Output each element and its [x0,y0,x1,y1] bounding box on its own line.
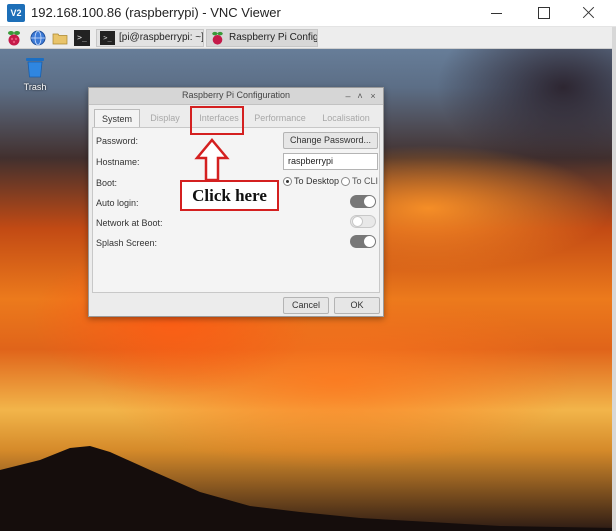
network-at-boot-label: Network at Boot: [96,218,163,228]
dialog-title: Raspberry Pi Configuration [181,90,291,100]
window-title: 192.168.100.86 (raspberrypi) - VNC Viewe… [31,5,281,20]
tab-localisation[interactable]: Localisation [316,109,376,127]
radio-selected-icon [283,177,292,186]
hostname-input[interactable]: raspberrypi [283,153,378,170]
raspberry-icon [212,31,223,45]
dialog-close-icon[interactable]: × [368,90,378,102]
dialog-title-bar[interactable]: Raspberry Pi Configuration ‒ ˄ × [89,88,383,105]
vnc-logo-icon: V2 [7,4,25,22]
taskbar-task-rpi-config[interactable]: Raspberry Pi Configu... [206,29,318,47]
network-at-boot-toggle[interactable] [350,215,376,228]
toggle-knob [352,216,363,227]
web-browser-icon[interactable] [30,30,46,46]
rpi-taskbar: >_ >_ [pi@raspberrypi: ~] Raspberry Pi C… [0,27,612,49]
mountain-silhouette [0,446,616,531]
ok-button[interactable]: OK [334,297,380,314]
toggle-knob [364,196,375,207]
auto-login-label: Auto login: [96,198,139,208]
trash-icon[interactable] [23,55,47,79]
task-label: [pi@raspberrypi: ~] [119,32,204,43]
up-arrow-icon [194,138,230,182]
dialog-minimize-icon[interactable]: ‒ [343,90,353,102]
task-label: Raspberry Pi Configu... [229,32,318,43]
trash-label[interactable]: Trash [18,82,52,92]
raspberry-menu-icon[interactable] [6,30,22,46]
tab-display[interactable]: Display [142,109,188,127]
boot-to-desktop-radio[interactable]: To Desktop [283,176,339,186]
terminal-icon: >_ [100,31,115,45]
hostname-label: Hostname: [96,157,140,167]
splash-screen-toggle[interactable] [350,235,376,248]
click-here-callout: Click here [180,180,279,211]
change-password-button[interactable]: Change Password... [283,132,378,149]
vnc-title-bar: V2 192.168.100.86 (raspberrypi) - VNC Vi… [0,0,616,27]
radio-label: To Desktop [294,176,340,186]
file-manager-icon[interactable] [52,30,68,46]
cancel-button[interactable]: Cancel [283,297,329,314]
splash-screen-label: Splash Screen: [96,238,158,248]
radio-label: To CLI [352,176,379,186]
window-frame-edge [612,27,616,531]
maximize-button[interactable] [520,0,566,27]
tab-system[interactable]: System [94,109,140,127]
tab-performance[interactable]: Performance [250,109,310,127]
interfaces-tab-highlight [190,106,244,135]
taskbar-task-terminal[interactable]: >_ [pi@raspberrypi: ~] [96,29,204,47]
close-button[interactable] [566,0,612,27]
boot-label: Boot: [96,178,118,188]
toggle-knob [364,236,375,247]
password-label: Password: [96,136,139,146]
boot-to-cli-radio[interactable]: To CLI [341,176,378,186]
minimize-button[interactable] [474,0,520,27]
dialog-maximize-icon[interactable]: ˄ [355,90,365,102]
terminal-launcher-icon[interactable]: >_ [74,30,90,46]
auto-login-toggle[interactable] [350,195,376,208]
radio-unselected-icon [341,177,350,186]
